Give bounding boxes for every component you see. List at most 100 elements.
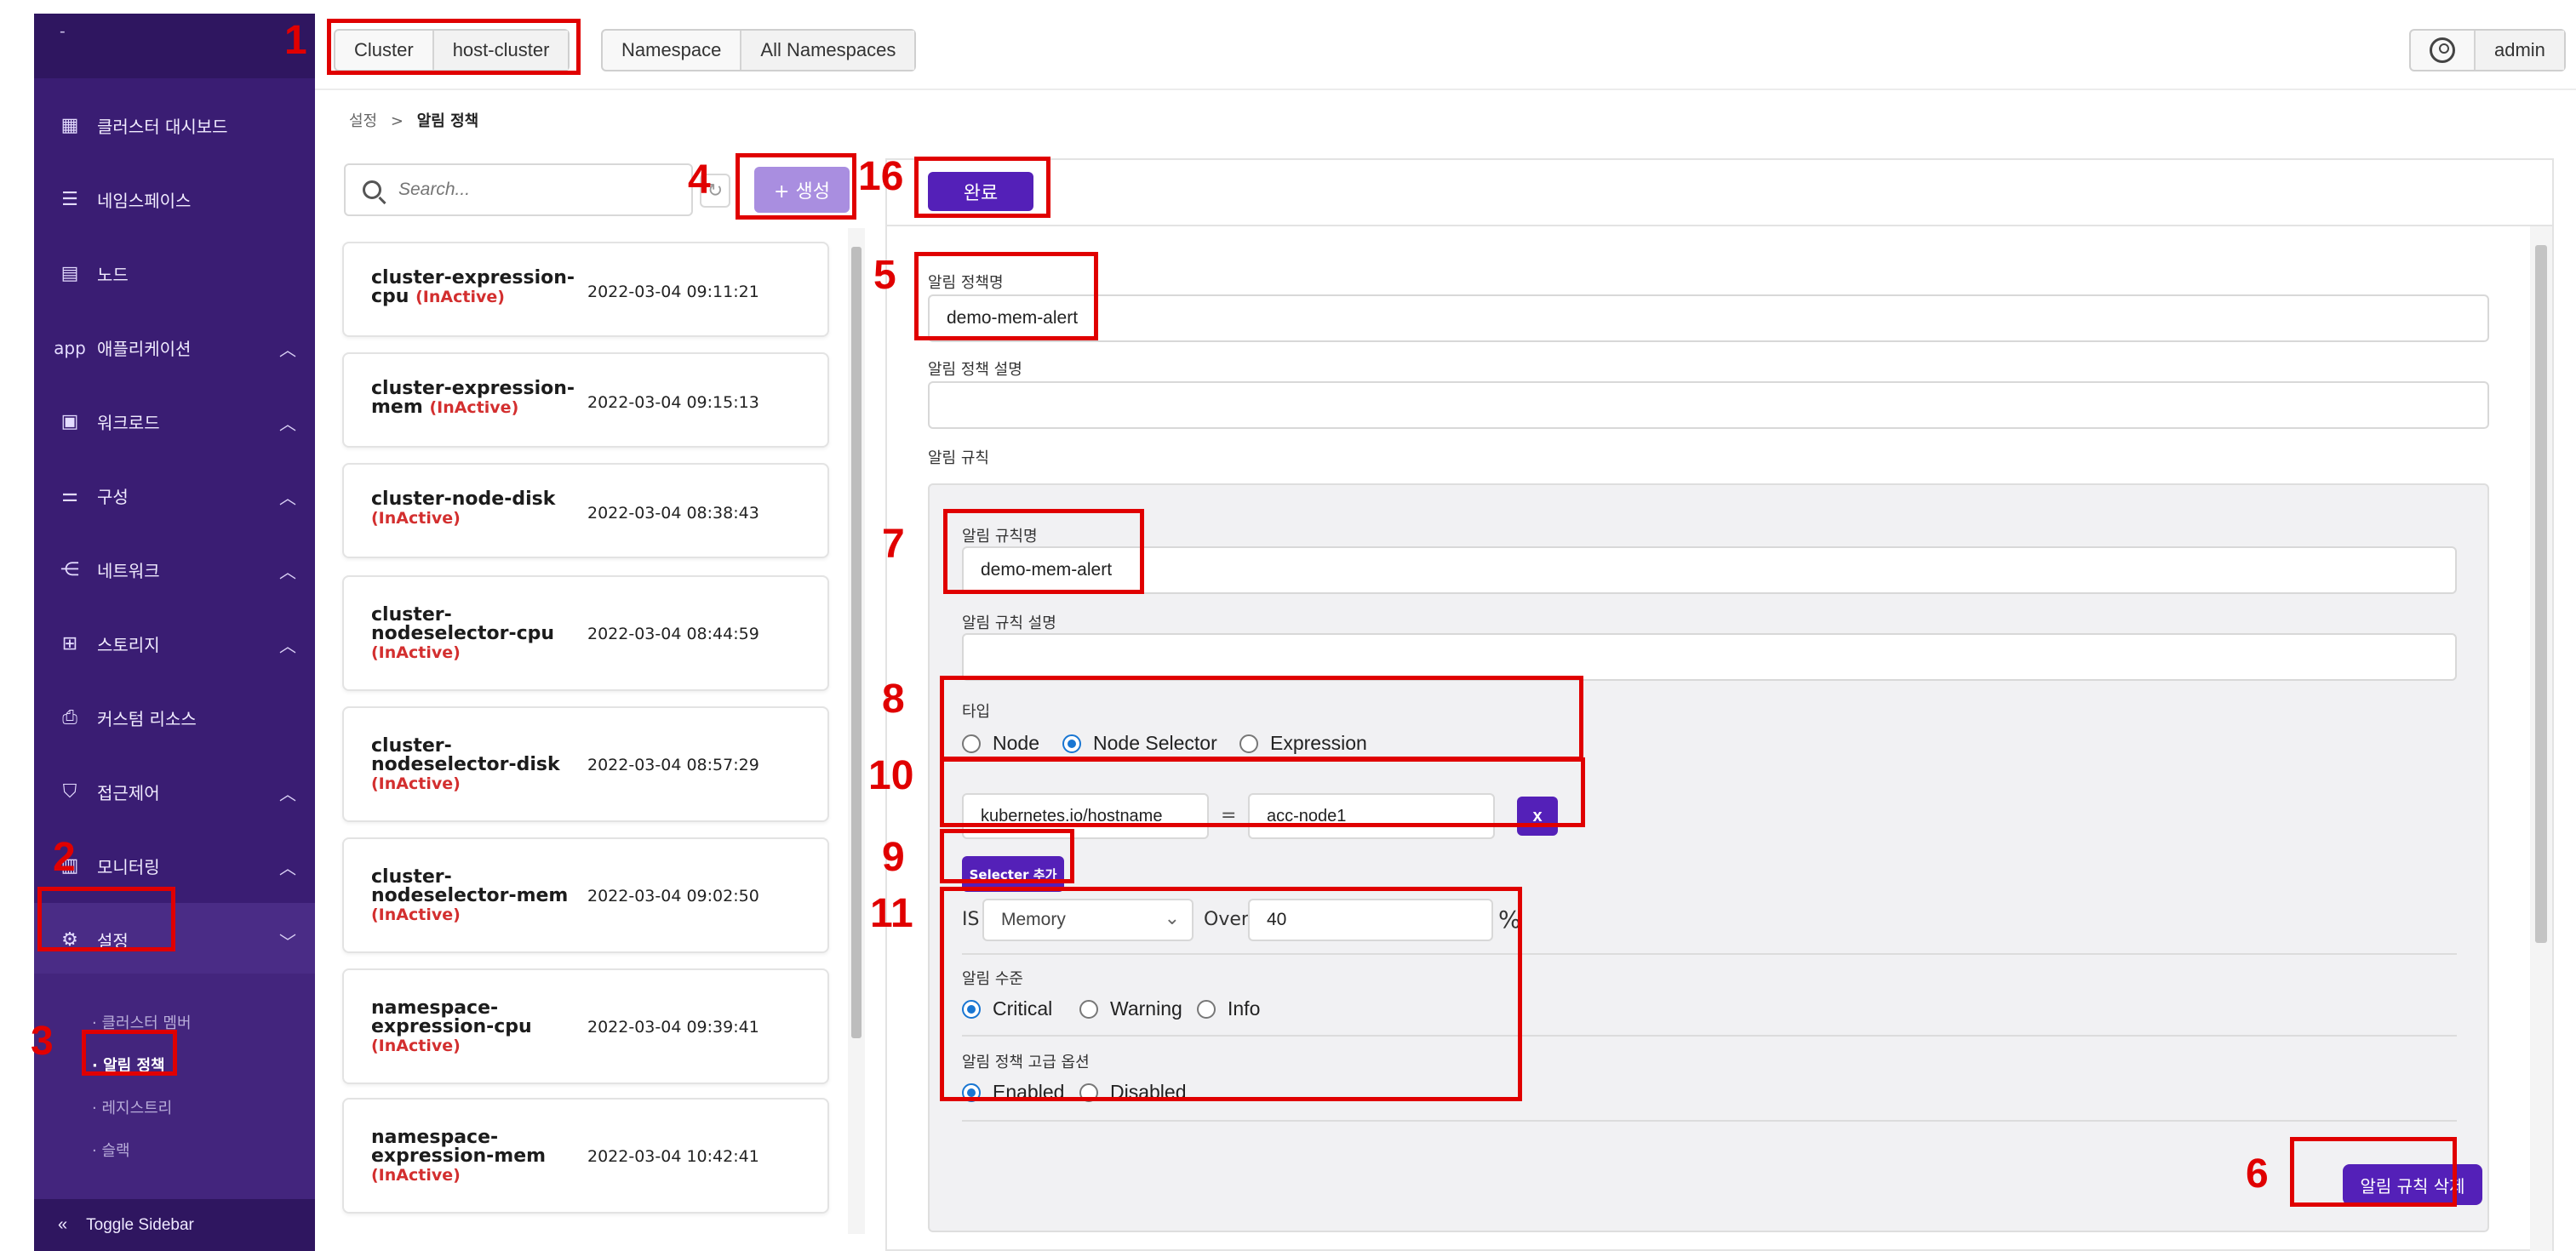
chevron-up-icon[interactable]: ︿ — [279, 632, 296, 657]
sidebar-item-node[interactable]: ▤ 노드 — [34, 237, 315, 311]
settings-submenu: · 클러스터 멤버 · 알림 정책 · 레지스트리 · 슬랙 — [34, 974, 315, 1199]
annotation-number-7: 7 — [882, 522, 905, 567]
list-item[interactable]: namespace-expression-mem (InActive) 2022… — [342, 1098, 829, 1214]
policy-status: (InActive) — [371, 509, 461, 528]
annotation-number-16: 16 — [858, 154, 904, 199]
annotation-number-11: 11 — [870, 891, 913, 936]
user-menu[interactable]: admin — [2409, 29, 2566, 71]
policy-date: 2022-03-04 09:15:13 — [587, 393, 759, 412]
policy-description-label: 알림 정책 설명 — [928, 361, 1022, 379]
annotation-box-9 — [940, 829, 1074, 883]
annotation-box-4 — [736, 153, 856, 220]
policy-date: 2022-03-04 10:42:41 — [587, 1147, 759, 1166]
workload-icon: ▣ — [60, 411, 79, 432]
policy-description-input[interactable] — [928, 381, 2489, 429]
search-box[interactable] — [344, 163, 693, 216]
sidebar-item-label: 커스텀 리소스 — [97, 709, 197, 729]
annotation-number-6: 6 — [2246, 1151, 2269, 1197]
policy-status: (InActive) — [371, 774, 461, 793]
policy-name-text: namespace-expression-mem — [371, 1127, 547, 1167]
search-input[interactable] — [398, 180, 654, 200]
policy-name-input[interactable]: demo-mem-alert — [928, 294, 2489, 342]
policy-name-text: namespace-expression-cpu — [371, 997, 532, 1037]
annotation-box-2 — [37, 887, 175, 951]
list-item[interactable]: cluster-nodeselector-cpu (InActive) 2022… — [342, 575, 829, 691]
list-item[interactable]: cluster-nodeselector-disk (InActive) 202… — [342, 706, 829, 822]
policy-status: (InActive) — [429, 398, 519, 417]
list-item[interactable]: cluster-node-disk (InActive) 2022-03-04 … — [342, 463, 829, 558]
submenu-item-registry[interactable]: · 레지스트리 — [92, 1096, 172, 1118]
breadcrumb-separator: > — [390, 112, 404, 130]
annotation-number-5: 5 — [873, 253, 896, 298]
sidebar-item-access-control[interactable]: ⛉ 접근제어 ︿ — [34, 755, 315, 829]
chevron-up-icon[interactable]: ︿ — [279, 780, 296, 805]
list-item[interactable]: namespace-expression-cpu (InActive) 2022… — [342, 968, 829, 1084]
namespace-icon: ☰ — [61, 189, 78, 210]
sidebar-item-label: 애플리케이션 — [97, 339, 192, 359]
annotation-box-16 — [914, 157, 1050, 218]
chevron-up-icon[interactable]: ︿ — [279, 854, 296, 879]
policy-status: (InActive) — [371, 643, 461, 662]
rule-description-input[interactable] — [962, 633, 2457, 681]
policy-name: cluster-nodeselector-mem (InActive) — [371, 866, 575, 925]
annotation-number-1: 1 — [284, 18, 307, 63]
policy-name: cluster-expression-cpu (InActive) — [371, 269, 575, 307]
list-item[interactable]: cluster-expression-mem (InActive) 2022-0… — [342, 352, 829, 448]
submenu-item-slack[interactable]: · 슬랙 — [92, 1139, 130, 1161]
annotation-number-4: 4 — [688, 157, 711, 203]
custom-resource-icon: ⎙ — [62, 707, 77, 728]
policy-name-text: cluster-node-disk — [371, 488, 556, 510]
chevron-up-icon[interactable]: ︿ — [279, 484, 296, 509]
sidebar-item-application[interactable]: app 애플리케이션 ︿ — [34, 311, 315, 385]
policy-date: 2022-03-04 08:38:43 — [587, 504, 759, 523]
detail-scrollbar[interactable] — [2530, 226, 2552, 1251]
sidebar-item-label: 네임스페이스 — [97, 191, 192, 211]
annotation-box-11 — [940, 887, 1522, 1101]
sidebar-item-workload[interactable]: ▣ 워크로드 ︿ — [34, 385, 315, 459]
list-scrollbar-thumb[interactable] — [851, 247, 862, 1038]
namespace-value[interactable]: All Namespaces — [740, 31, 915, 70]
rule-name-input[interactable]: demo-mem-alert — [962, 546, 2457, 594]
sidebar-item-label: 구성 — [97, 487, 129, 507]
detail-header: 완료 — [887, 160, 2552, 226]
annotation-number-2: 2 — [53, 835, 76, 880]
sidebar-item-namespace[interactable]: ☰ 네임스페이스 — [34, 163, 315, 237]
sidebar-item-config[interactable]: ⚌ 구성 ︿ — [34, 459, 315, 533]
annotation-box-3 — [82, 1030, 177, 1076]
network-icon: ⋲ — [60, 559, 79, 580]
namespace-selector[interactable]: Namespace All Namespaces — [601, 29, 917, 71]
user-circle-icon — [2430, 37, 2455, 63]
chevron-up-icon[interactable]: ︿ — [279, 410, 296, 435]
annotation-number-9: 9 — [882, 835, 905, 880]
sidebar-item-cluster-dashboard[interactable]: ▦ 클러스터 대시보드 — [34, 89, 315, 163]
chevron-down-icon[interactable]: ﹀ — [279, 928, 296, 953]
policy-name: cluster-nodeselector-disk (InActive) — [371, 737, 575, 794]
alert-rule-card: 알림 규칙명 demo-mem-alert 알림 규칙 설명 타입 Node N… — [928, 483, 2489, 1232]
sidebar-item-storage[interactable]: ⊞ 스토리지 ︿ — [34, 607, 315, 681]
sidebar-item-custom-resource[interactable]: ⎙ 커스텀 리소스 — [34, 681, 315, 755]
node-server-icon: ▤ — [60, 263, 79, 284]
policy-name: cluster-node-disk (InActive) — [371, 490, 575, 528]
toggle-sidebar-button[interactable]: « Toggle Sidebar — [34, 1199, 315, 1251]
detail-scrollbar-thumb[interactable] — [2535, 245, 2547, 943]
policy-date: 2022-03-04 09:39:41 — [587, 1018, 759, 1037]
list-item[interactable]: cluster-nodeselector-mem (InActive) 2022… — [342, 837, 829, 953]
sidebar-item-label: 스토리지 — [97, 635, 160, 655]
chevron-up-icon[interactable]: ︿ — [279, 558, 296, 583]
alert-rules-label: 알림 규칙 — [928, 449, 989, 467]
breadcrumb-parent[interactable]: 설정 — [349, 112, 377, 130]
list-scrollbar[interactable] — [848, 228, 865, 1234]
user-avatar — [2411, 31, 2474, 70]
policy-name-text: cluster-nodeselector-mem — [371, 866, 569, 906]
sidebar-item-label: 워크로드 — [97, 413, 160, 433]
sidebar-header-text: - — [60, 22, 66, 41]
sidebar-item-label: 노드 — [97, 265, 129, 285]
policy-name: cluster-expression-mem (InActive) — [371, 380, 575, 418]
double-chevron-left-icon: « — [58, 1215, 68, 1234]
annotation-number-3: 3 — [31, 1019, 54, 1064]
list-item[interactable]: cluster-expression-cpu (InActive) 2022-0… — [342, 242, 829, 337]
chevron-up-icon[interactable]: ︿ — [279, 336, 296, 361]
rule-description-label: 알림 규칙 설명 — [962, 614, 1056, 632]
app-icon: app — [54, 337, 86, 358]
sidebar-item-network[interactable]: ⋲ 네트워크 ︿ — [34, 533, 315, 607]
